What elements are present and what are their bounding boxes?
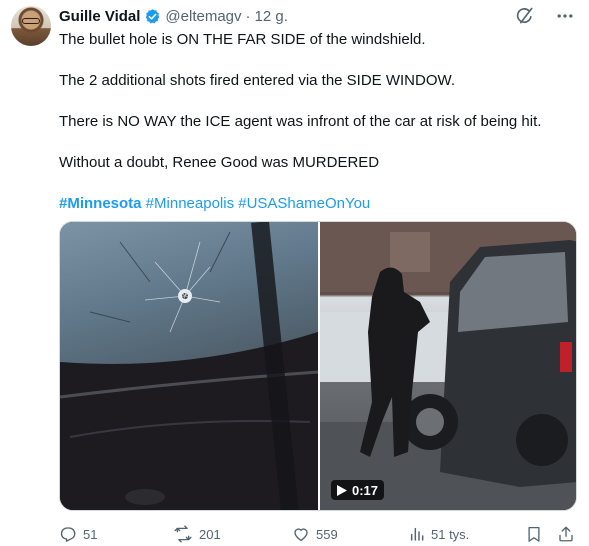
more-icon[interactable] bbox=[555, 6, 575, 26]
like-count: 559 bbox=[316, 526, 338, 542]
repost-button[interactable]: 201 bbox=[173, 524, 221, 544]
grok-icon[interactable] bbox=[515, 6, 535, 26]
video-illustration bbox=[320, 222, 576, 510]
windshield-photo[interactable] bbox=[60, 222, 318, 510]
hashtag-links[interactable]: #Minneapolis #USAShameOnYou bbox=[142, 195, 371, 212]
tweet-card: Guille Vidal @eltemagv · 12 g. The bulle… bbox=[0, 0, 589, 546]
repost-count: 201 bbox=[199, 526, 221, 542]
video-duration-badge[interactable]: 0:17 bbox=[331, 480, 385, 500]
hashtag-link[interactable]: #Minnesota bbox=[59, 195, 142, 212]
action-bar: 51 201 559 51 tys. bbox=[59, 524, 577, 544]
avatar-glasses bbox=[22, 18, 40, 24]
video-duration: 0:17 bbox=[352, 482, 379, 498]
media-grid: 0:17 bbox=[59, 221, 577, 511]
reply-icon bbox=[60, 527, 76, 542]
like-button[interactable]: 559 bbox=[292, 524, 338, 544]
views-icon bbox=[410, 527, 424, 541]
tweet-paragraph: There is NO WAY the ICE agent was infron… bbox=[59, 113, 542, 130]
bookmark-icon bbox=[528, 526, 540, 542]
verified-icon[interactable] bbox=[144, 8, 161, 25]
author-handle[interactable]: @eltemagv bbox=[165, 8, 241, 25]
play-icon bbox=[337, 484, 347, 496]
post-time[interactable]: 12 g. bbox=[255, 8, 288, 25]
tweet-header: Guille Vidal @eltemagv · 12 g. bbox=[59, 6, 288, 26]
share-button[interactable] bbox=[557, 524, 575, 544]
tweet-paragraph: The bullet hole is ON THE FAR SIDE of th… bbox=[59, 31, 426, 48]
separator-dot: · bbox=[245, 7, 251, 25]
tweet-paragraph: Without a doubt, Renee Good was MURDERED bbox=[59, 154, 380, 171]
bookmark-button[interactable] bbox=[525, 524, 543, 544]
views-button[interactable]: 51 tys. bbox=[409, 524, 469, 544]
avatar[interactable] bbox=[11, 6, 51, 46]
top-right-icons bbox=[515, 6, 575, 26]
reply-count: 51 bbox=[83, 526, 98, 542]
repost-icon bbox=[174, 525, 192, 543]
views-count: 51 tys. bbox=[431, 526, 470, 542]
windshield-illustration bbox=[60, 222, 318, 510]
hashtags: #Minnesota #Minneapolis #USAShameOnYou bbox=[59, 194, 574, 214]
author-name[interactable]: Guille Vidal bbox=[59, 8, 140, 25]
reply-button[interactable]: 51 bbox=[59, 524, 97, 544]
tweet-text: The bullet hole is ON THE FAR SIDE of th… bbox=[59, 30, 574, 214]
tweet-paragraph: The 2 additional shots fired entered via… bbox=[59, 72, 456, 89]
video-thumbnail[interactable] bbox=[320, 222, 576, 510]
share-icon bbox=[559, 526, 573, 542]
like-icon bbox=[294, 528, 308, 542]
